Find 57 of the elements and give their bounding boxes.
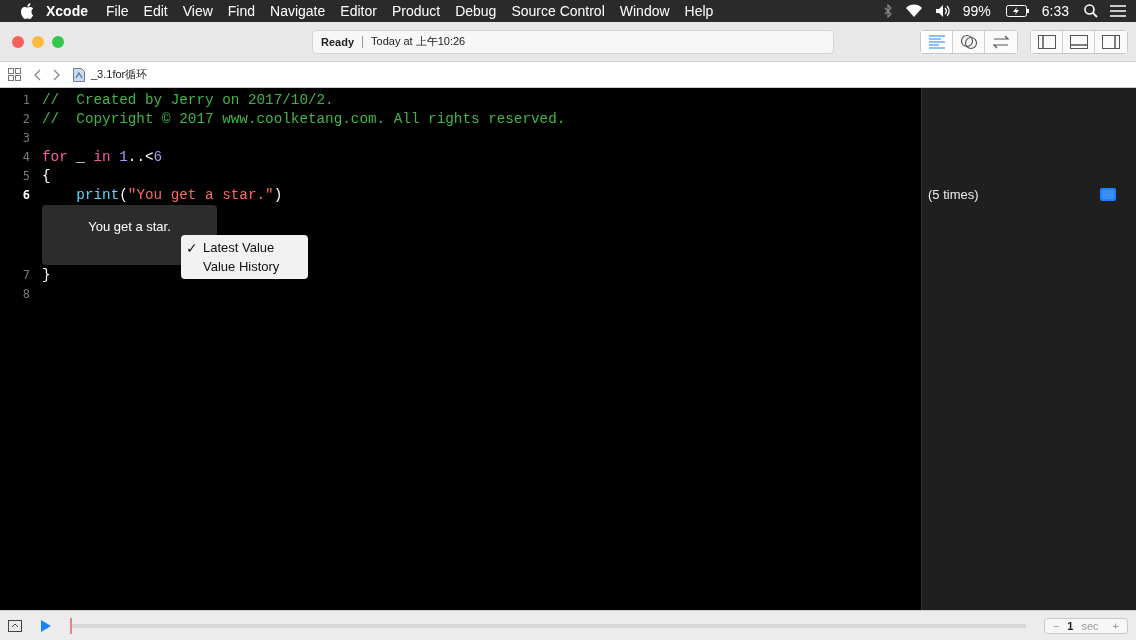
menu-item[interactable]: ✓ Latest Value: [181, 238, 308, 257]
menu-item[interactable]: Find: [227, 3, 256, 19]
navigator-toggle-button[interactable]: [1031, 30, 1063, 53]
jump-bar-file[interactable]: _3.1for循环: [91, 67, 148, 82]
close-button[interactable]: [12, 35, 24, 48]
apple-icon[interactable]: [20, 3, 34, 19]
code-line: }: [42, 266, 51, 283]
line-number: 8: [21, 286, 31, 301]
search-icon[interactable]: [1084, 4, 1098, 18]
menu-item[interactable]: Xcode: [46, 3, 88, 19]
play-button[interactable]: [40, 618, 52, 633]
volume-icon[interactable]: [934, 4, 951, 18]
code-line: print("You get a star."): [75, 186, 283, 203]
line-number: 6: [21, 187, 31, 202]
right-panel-icon: [1102, 34, 1120, 49]
line-number: 3: [21, 130, 31, 145]
bottom-panel-icon: [1069, 34, 1088, 49]
code-line: for _ in 1..<6: [42, 148, 163, 165]
menu-item[interactable]: File: [106, 3, 129, 19]
duration-unit: sec: [1081, 619, 1099, 632]
grid-icon[interactable]: [8, 68, 21, 81]
menu-item[interactable]: Source Control: [511, 3, 605, 19]
battery-icon[interactable]: [1005, 5, 1030, 17]
line-number: 5: [21, 168, 31, 183]
forward-icon[interactable]: [53, 68, 61, 81]
line-number: 1: [21, 92, 31, 107]
menu-item[interactable]: Debug: [455, 3, 497, 19]
line-number: 7: [21, 267, 31, 282]
build-status: Ready: [321, 35, 355, 48]
overlapping-circles-icon: [959, 33, 978, 50]
menu-item[interactable]: Help: [684, 3, 714, 19]
menu-item[interactable]: Window: [619, 3, 670, 19]
code-line: {: [42, 167, 51, 184]
debug-area-icon[interactable]: [8, 619, 22, 632]
wifi-icon[interactable]: [904, 4, 923, 18]
line-number: 4: [21, 149, 31, 164]
menu-item[interactable]: Product: [391, 3, 441, 19]
menu-item[interactable]: Edit: [143, 3, 168, 19]
list-icon[interactable]: [1110, 5, 1126, 17]
line-number: 2: [21, 111, 31, 126]
code-line: // Created by Jerry on 2017/10/2.: [42, 91, 334, 108]
playground-file-icon: [73, 67, 85, 82]
menu-item[interactable]: Value History: [181, 257, 308, 276]
back-icon[interactable]: [33, 68, 41, 81]
battery-percent: 99%: [962, 3, 991, 19]
lines-icon: [927, 34, 946, 49]
left-panel-icon: [1037, 34, 1056, 49]
swap-arrows-icon: [991, 34, 1011, 49]
result-count: (5 times): [928, 187, 979, 202]
activity-time: Today at 上午10:26: [371, 34, 466, 49]
menu-item[interactable]: Navigate: [270, 3, 326, 19]
code-line: // Copyright © 2017 www.coolketang.com. All rights reserved.: [42, 110, 566, 127]
bluetooth-icon[interactable]: [882, 4, 893, 18]
duration-value: 1: [1067, 619, 1074, 632]
menu-item[interactable]: Editor: [340, 3, 377, 19]
clock[interactable]: 6:33: [1041, 3, 1069, 19]
menu-item[interactable]: View: [182, 3, 213, 19]
